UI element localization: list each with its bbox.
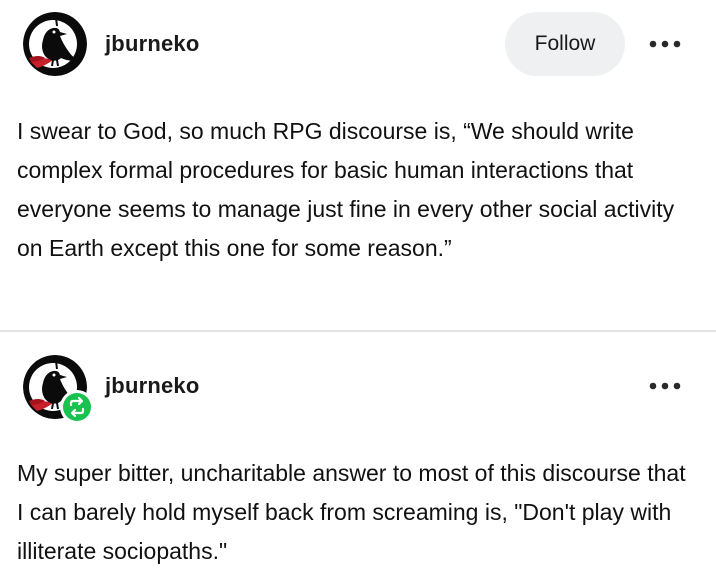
post-body-text: I swear to God, so much RPG discourse is…	[17, 118, 675, 261]
reblog-author-name[interactable]: jburneko	[105, 373, 200, 399]
more-horizontal-icon	[649, 40, 681, 48]
reblog-more-options-button[interactable]	[645, 374, 685, 398]
post-divider	[0, 330, 716, 332]
post-header: jburneko Follow	[0, 0, 716, 80]
avatar[interactable]	[23, 12, 87, 76]
more-options-button[interactable]	[645, 32, 685, 56]
post-author-name[interactable]: jburneko	[105, 31, 200, 57]
reblog-icon	[69, 396, 85, 418]
crow-avatar-icon	[23, 12, 87, 76]
follow-button[interactable]: Follow	[505, 12, 625, 76]
reblog-header: jburneko	[0, 345, 716, 425]
more-horizontal-icon	[649, 382, 681, 390]
reblog-badge	[60, 390, 94, 424]
reblog-badge-fill	[63, 393, 91, 421]
reblog-body-text: My super bitter, uncharitable answer to …	[17, 460, 686, 564]
